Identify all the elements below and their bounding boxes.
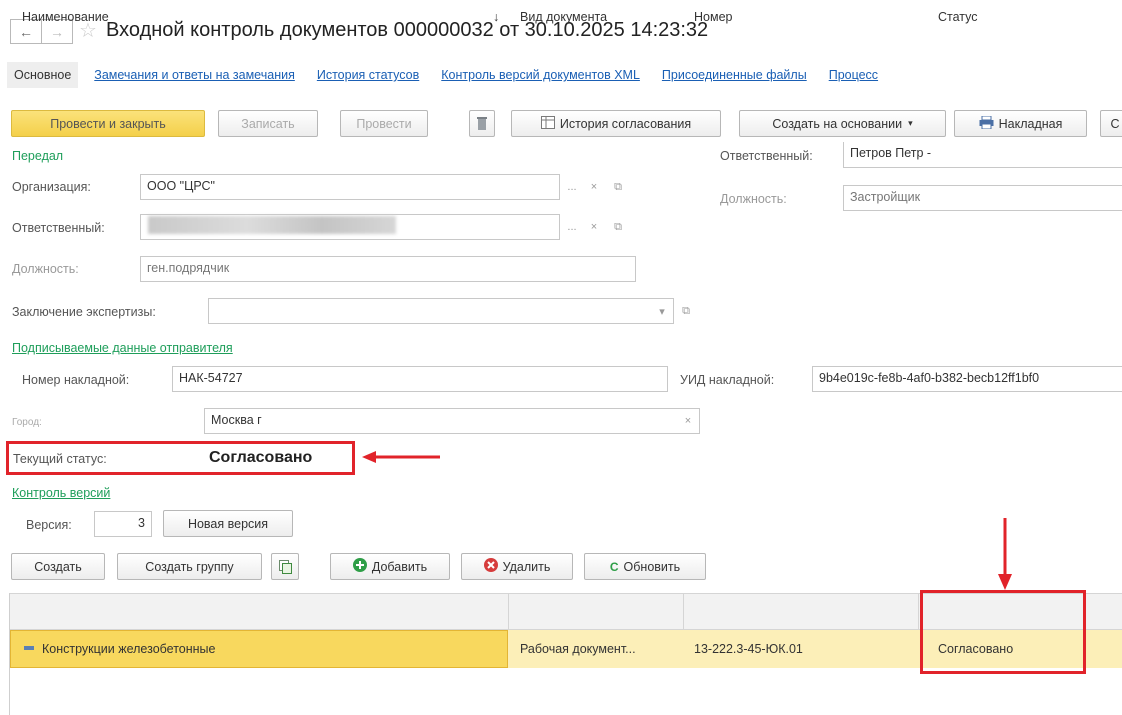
approval-history-label: История согласования — [559, 116, 692, 131]
column-divider — [918, 593, 919, 630]
column-divider — [508, 593, 509, 630]
tab-xml-versions[interactable]: Контроль версий документов XML — [441, 68, 640, 82]
clear-icon[interactable]: × — [584, 214, 604, 240]
responsible-label: Ответственный: — [12, 221, 105, 235]
organization-field[interactable]: ООО "ЦРС" — [140, 174, 560, 200]
post-button[interactable]: Провести — [340, 110, 428, 137]
select-button[interactable]: ... — [562, 174, 582, 200]
new-version-button[interactable]: Новая версия — [163, 510, 293, 537]
sort-arrow-icon[interactable]: ↓ — [493, 10, 499, 24]
signed-data-link[interactable]: Подписываемые данные отправителя — [12, 341, 233, 355]
printer-icon — [979, 115, 994, 132]
invoice-number-label: Номер накладной: — [22, 373, 130, 387]
tab-status-history[interactable]: История статусов — [317, 68, 419, 82]
arrow-left-icon: ← — [19, 23, 33, 40]
arrow-down-annotation-icon — [998, 518, 1012, 590]
arrow-left-annotation-icon — [362, 451, 440, 463]
write-button[interactable]: Записать — [218, 110, 318, 137]
position-field[interactable]: ген.подрядчик — [140, 256, 636, 282]
refresh-button[interactable]: C Обновить — [584, 553, 706, 580]
refresh-label: Обновить — [623, 559, 681, 574]
add-button[interactable]: Добавить — [330, 553, 450, 580]
create-button[interactable]: Создать — [11, 553, 105, 580]
receiver-position-label: Должность: — [720, 192, 787, 206]
column-header-number[interactable]: Номер — [694, 10, 732, 24]
refresh-icon: C — [609, 559, 619, 574]
copy-icon — [278, 559, 292, 574]
city-label: Город: — [12, 417, 42, 428]
current-status-label: Текущий статус: — [13, 452, 107, 466]
version-control-link[interactable]: Контроль версий — [12, 486, 110, 500]
receiver-position-field[interactable]: Застройщик — [843, 185, 1122, 211]
invoice-uid-label: УИД накладной: — [680, 373, 775, 387]
tab-bar: Основное Замечания и ответы на замечания… — [7, 61, 900, 89]
sender-section-label: Передал — [12, 149, 64, 163]
delete-button[interactable]: Удалить — [461, 553, 573, 580]
chevron-down-icon[interactable]: ▾ — [652, 298, 672, 324]
open-link-icon[interactable]: ⧉ — [608, 174, 628, 200]
approval-history-button[interactable]: История согласования — [511, 110, 721, 137]
more-button[interactable]: С — [1100, 110, 1122, 137]
row-name: Конструкции железобетонные — [42, 642, 216, 656]
tab-attached-files[interactable]: Присоединенные файлы — [662, 68, 807, 82]
invoice-label: Накладная — [998, 116, 1063, 131]
row-doc-type: Рабочая документ... — [520, 642, 636, 656]
page-title: Входной контроль документов 000000032 от… — [106, 19, 709, 41]
open-link-icon[interactable]: ⧉ — [608, 214, 628, 240]
grid-border — [9, 593, 10, 715]
row-number: 13-222.3-45-ЮК.01 — [694, 642, 803, 656]
delete-mark-button[interactable] — [469, 110, 495, 137]
arrow-right-icon: → — [50, 23, 64, 40]
minus-icon — [24, 646, 34, 650]
invoice-uid-field[interactable]: 9b4e019c-fe8b-4af0-b382-becb12ff1bf0 — [812, 366, 1122, 392]
expertise-field[interactable] — [208, 298, 674, 324]
column-header-name[interactable]: Наименование — [22, 10, 109, 24]
receiver-responsible-label: Ответственный: — [720, 149, 813, 163]
city-field[interactable]: Москва г — [204, 408, 700, 434]
receiver-responsible-field[interactable]: Петров Петр - — [843, 142, 1122, 168]
delete-label: Удалить — [502, 559, 551, 574]
invoice-print-button[interactable]: Накладная — [954, 110, 1087, 137]
post-and-close-button[interactable]: Провести и закрыть — [11, 110, 205, 137]
tab-remarks[interactable]: Замечания и ответы на замечания — [94, 68, 295, 82]
column-header-status[interactable]: Статус — [938, 10, 978, 24]
clear-icon[interactable]: × — [678, 408, 698, 434]
create-group-button[interactable]: Создать группу — [117, 553, 262, 580]
organization-label: Организация: — [12, 180, 91, 194]
current-status-value: Согласовано — [209, 449, 313, 466]
redacted-name — [148, 216, 396, 234]
tab-process[interactable]: Процесс — [829, 68, 878, 82]
open-link-icon[interactable]: ⧉ — [676, 298, 696, 324]
trash-icon — [477, 116, 487, 130]
invoice-number-field[interactable]: НАК-54727 — [172, 366, 668, 392]
add-label: Добавить — [371, 559, 428, 574]
version-label: Версия: — [26, 518, 72, 532]
clear-icon[interactable]: × — [584, 174, 604, 200]
status-column-highlight-box — [920, 590, 1086, 674]
delete-circle-icon — [483, 558, 498, 575]
plus-circle-icon — [352, 558, 367, 575]
create-based-on-button[interactable]: Создать на основании ▾ — [739, 110, 946, 137]
column-divider — [683, 593, 684, 630]
table-icon — [540, 115, 555, 132]
copy-button[interactable] — [271, 553, 299, 580]
position-label: Должность: — [12, 262, 79, 276]
chevron-down-icon: ▾ — [908, 118, 913, 128]
expertise-label: Заключение экспертизы: — [12, 305, 156, 319]
version-field[interactable]: 3 — [94, 511, 152, 537]
create-based-on-label: Создать на основании — [772, 116, 903, 131]
tab-main[interactable]: Основное — [7, 62, 79, 88]
column-header-doc-type[interactable]: Вид документа — [520, 10, 607, 24]
select-button[interactable]: ... — [562, 214, 582, 240]
